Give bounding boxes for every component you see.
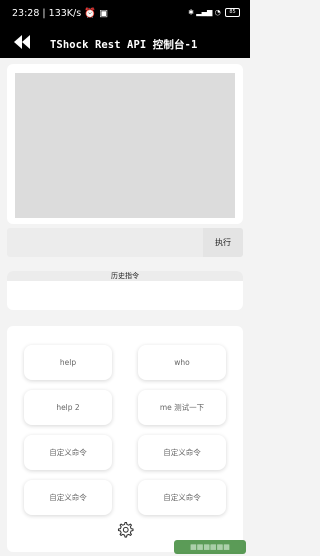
wifi-icon: ◔ (214, 8, 221, 17)
bluetooth-icon: ✱ (188, 8, 195, 17)
battery-level: 85 (229, 9, 236, 15)
status-separator: | (42, 8, 46, 19)
command-input[interactable] (7, 228, 201, 257)
quick-command-button[interactable]: 自定义命令 (24, 480, 112, 515)
notification-icon: ▣ (99, 8, 109, 19)
quick-command-button[interactable]: help 2 (24, 390, 112, 425)
quick-command-button[interactable]: 自定义命令 (138, 435, 226, 470)
execute-button[interactable]: 执行 (203, 228, 243, 257)
quick-command-button[interactable]: 自定义命令 (138, 480, 226, 515)
watermark: ▦▦▦▦▦▦ (174, 540, 246, 554)
page-title: TShock Rest API 控制台-1 (50, 39, 198, 51)
double-arrow-left-icon[interactable] (13, 34, 31, 50)
quick-command-button[interactable]: help (24, 345, 112, 380)
status-speed: 133K/s (48, 8, 82, 19)
status-bar: 23:28 | 133K/s ⏰ ▣ ✱ ▂▄▆ ◔ 85 (0, 0, 250, 28)
history-panel: 历史指令 (7, 271, 243, 310)
quick-command-button[interactable]: 自定义命令 (24, 435, 112, 470)
app-bar: TShock Rest API 控制台-1 (0, 28, 250, 58)
gear-icon[interactable] (116, 521, 134, 539)
signal-icon: ▂▄▆ (196, 8, 213, 17)
history-title: 历史指令 (7, 271, 243, 281)
quick-command-button[interactable]: who (138, 345, 226, 380)
output-area (15, 73, 235, 218)
alarm-icon: ⏰ (84, 8, 97, 19)
command-row: 执行 (7, 228, 243, 257)
status-time: 23:28 (12, 8, 40, 19)
battery-icon: 85 (225, 8, 240, 17)
quick-command-button[interactable]: me 测试一下 (138, 390, 226, 425)
